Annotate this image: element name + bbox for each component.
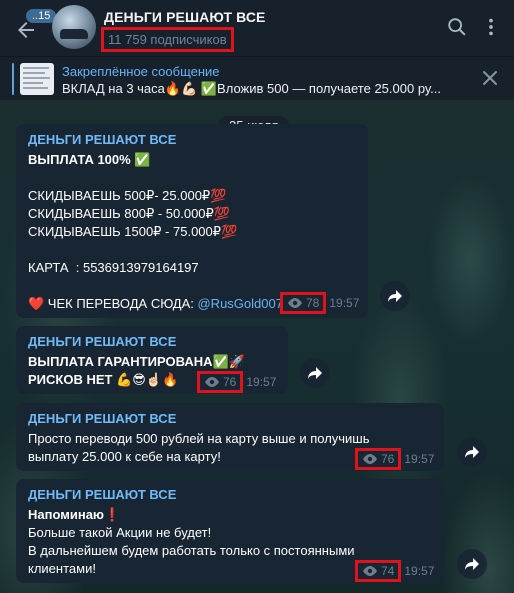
text-line: СКИДЫВАЕШЬ 800₽ - 50.000₽💯 xyxy=(28,206,230,221)
share-forward-icon xyxy=(388,290,402,302)
pinned-thumbnail xyxy=(20,63,54,95)
text-line: ❤️ ЧЕК ПЕРЕВОДА СЮДА: xyxy=(28,296,198,311)
eye-icon xyxy=(363,454,377,464)
forward-button[interactable] xyxy=(300,358,330,388)
text-line: Больше такой Акции не будет! xyxy=(28,525,212,540)
forward-button[interactable] xyxy=(457,437,487,467)
message-meta: 74 19:57 xyxy=(355,560,434,582)
text-line: Напоминаю❗ xyxy=(28,507,121,522)
text-line: СКИДЫВАЕШЬ 500₽- 25.000₽💯 xyxy=(28,188,227,203)
search-icon[interactable] xyxy=(446,16,468,38)
text-line: КАРТА : 5536913979164197 xyxy=(28,260,199,275)
username-link[interactable]: @RusGold007 xyxy=(197,296,282,311)
text-line: В дальнейшем будем работать только с пос… xyxy=(28,543,355,558)
message-text: ВЫПЛАТА 100% ✅ СКИДЫВАЕШЬ 500₽- 25.000₽💯… xyxy=(28,151,356,313)
message-time: 19:57 xyxy=(329,296,360,310)
view-count: 76 xyxy=(355,448,402,470)
message-sender[interactable]: ДЕНЬГИ РЕШАЮТ ВСЕ xyxy=(28,132,356,147)
message-sender[interactable]: ДЕНЬГИ РЕШАЮТ ВСЕ xyxy=(28,411,432,426)
share-forward-icon xyxy=(308,367,322,379)
message-time: 19:57 xyxy=(404,452,435,466)
channel-avatar[interactable] xyxy=(52,5,96,49)
view-number: 76 xyxy=(381,452,395,466)
share-forward-icon xyxy=(465,558,479,570)
text-line: СКИДЫВАЕШЬ 1500₽ - 75.000₽💯 xyxy=(28,224,238,239)
message-time: 19:57 xyxy=(246,375,277,389)
message-meta: 76 19:57 xyxy=(355,448,434,470)
view-number: 76 xyxy=(223,375,237,389)
eye-icon xyxy=(288,298,302,308)
text-line: Просто переводи 500 рублей на карту выше… xyxy=(28,431,370,446)
eye-icon xyxy=(363,566,377,576)
pinned-message-bar[interactable]: Закреплённое сообщение ВКЛАД на 3 часа🔥💪… xyxy=(0,56,514,100)
text-line: ВЫПЛАТА 100% ✅ xyxy=(28,152,151,167)
message-bubble[interactable]: ДЕНЬГИ РЕШАЮТ ВСЕ ВЫПЛАТА 100% ✅ СКИДЫВА… xyxy=(16,124,368,318)
close-icon[interactable] xyxy=(480,68,500,88)
share-forward-icon xyxy=(465,446,479,458)
pinned-indicator xyxy=(12,63,14,95)
view-number: 74 xyxy=(381,564,395,578)
view-count: 76 xyxy=(197,371,244,393)
pinned-text: ВКЛАД на 3 часа🔥💪🏻 ✅Вложив 500 — получае… xyxy=(62,81,441,96)
message-sender[interactable]: ДЕНЬГИ РЕШАЮТ ВСЕ xyxy=(28,487,432,502)
text-line: РИСКОВ НЕТ 💪😎☝🏻🔥 xyxy=(28,372,179,387)
text-line: ВЫПЛАТА ГАРАНТИРОВАНА✅🚀 xyxy=(28,354,245,369)
pinned-title: Закреплённое сообщение xyxy=(62,64,220,79)
message-meta: 76 19:57 xyxy=(197,371,276,393)
eye-icon xyxy=(205,377,219,387)
view-number: 78 xyxy=(306,296,320,310)
forward-button[interactable] xyxy=(457,549,487,579)
chat-header: ..15 ДЕНЬГИ РЕШАЮТ ВСЕ 11 759 подписчико… xyxy=(0,0,514,56)
subscriber-count: 11 759 подписчиков xyxy=(101,27,234,52)
message-meta: 78 19:57 xyxy=(280,292,359,314)
more-vert-icon[interactable] xyxy=(480,16,502,38)
channel-title[interactable]: ДЕНЬГИ РЕШАЮТ ВСЕ xyxy=(104,9,265,25)
message-time: 19:57 xyxy=(404,564,435,578)
view-count: 74 xyxy=(355,560,402,582)
message-sender[interactable]: ДЕНЬГИ РЕШАЮТ ВСЕ xyxy=(28,334,276,349)
view-count: 78 xyxy=(280,292,327,314)
forward-button[interactable] xyxy=(380,281,410,311)
